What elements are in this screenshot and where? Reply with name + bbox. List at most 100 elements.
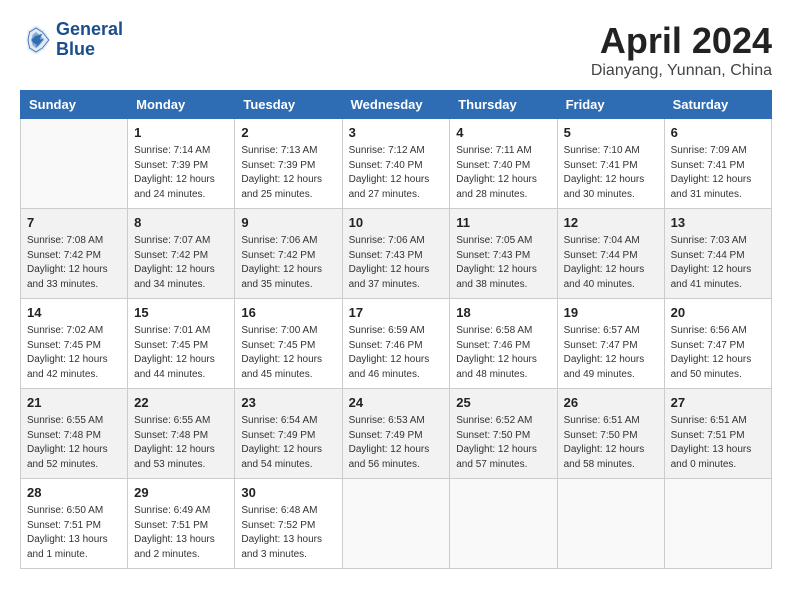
title-area: April 2024 Dianyang, Yunnan, China — [591, 20, 772, 80]
calendar-day-cell: 11 Sunrise: 7:05 AM Sunset: 7:43 PM Dayli… — [450, 209, 557, 299]
logo: General Blue — [20, 20, 123, 60]
logo-text: General Blue — [56, 20, 123, 60]
day-number: 28 — [27, 484, 121, 502]
calendar-header-thursday: Thursday — [450, 91, 557, 119]
calendar-day-cell: 28Sunrise: 6:50 AM Sunset: 7:51 PM Dayli… — [21, 479, 128, 569]
day-info: Sunrise: 7:11 AM Sunset: 7:40 PM Dayligh… — [456, 144, 550, 202]
day-number: 12 — [564, 214, 658, 232]
day-number: 18 — [456, 304, 550, 322]
day-info: Sunrise: 7:13 AM Sunset: 7:39 PM Dayligh… — [241, 144, 335, 202]
calendar-week-row: 1 Sunrise: 7:14 AM Sunset: 7:39 PM Daylig… — [21, 119, 772, 209]
calendar-day-cell: 22 Sunrise: 6:55 AM Sunset: 7:48 PM Dayli… — [128, 389, 235, 479]
day-info: Sunrise: 7:08 AM Sunset: 7:42 PM Dayligh… — [27, 234, 121, 292]
calendar-header-saturday: Saturday — [664, 91, 771, 119]
calendar-day-cell — [664, 479, 771, 569]
calendar-day-cell: 30Sunrise: 6:48 AM Sunset: 7:52 PM Dayli… — [235, 479, 342, 569]
day-number: 29 — [134, 484, 228, 502]
day-info: Sunrise: 6:55 AM Sunset: 7:48 PM Dayligh… — [134, 414, 228, 472]
day-number: 6 — [671, 124, 765, 142]
day-info: Sunrise: 6:57 AM Sunset: 7:47 PM Dayligh… — [564, 324, 658, 382]
day-info: Sunrise: 7:14 AM Sunset: 7:39 PM Dayligh… — [134, 144, 228, 202]
calendar-day-cell: 6 Sunrise: 7:09 AM Sunset: 7:41 PM Daylig… — [664, 119, 771, 209]
calendar-day-cell: 10Sunrise: 7:06 AM Sunset: 7:43 PM Dayli… — [342, 209, 450, 299]
day-number: 10 — [349, 214, 444, 232]
calendar-header-row: SundayMondayTuesdayWednesdayThursdayFrid… — [21, 91, 772, 119]
day-number: 5 — [564, 124, 658, 142]
day-number: 21 — [27, 394, 121, 412]
day-number: 1 — [134, 124, 228, 142]
calendar-day-cell: 29 Sunrise: 6:49 AM Sunset: 7:51 PM Dayli… — [128, 479, 235, 569]
day-number: 27 — [671, 394, 765, 412]
day-number: 14 — [27, 304, 121, 322]
calendar-week-row: 7 Sunrise: 7:08 AM Sunset: 7:42 PM Daylig… — [21, 209, 772, 299]
day-info: Sunrise: 6:51 AM Sunset: 7:51 PM Dayligh… — [671, 414, 765, 472]
calendar-week-row: 21 Sunrise: 6:55 AM Sunset: 7:48 PM Dayli… — [21, 389, 772, 479]
day-number: 13 — [671, 214, 765, 232]
day-info: Sunrise: 6:49 AM Sunset: 7:51 PM Dayligh… — [134, 504, 228, 562]
day-info: Sunrise: 7:09 AM Sunset: 7:41 PM Dayligh… — [671, 144, 765, 202]
calendar-header-monday: Monday — [128, 91, 235, 119]
subtitle: Dianyang, Yunnan, China — [591, 62, 772, 80]
calendar-day-cell: 27 Sunrise: 6:51 AM Sunset: 7:51 PM Dayli… — [664, 389, 771, 479]
day-info: Sunrise: 6:55 AM Sunset: 7:48 PM Dayligh… — [27, 414, 121, 472]
calendar-day-cell: 21 Sunrise: 6:55 AM Sunset: 7:48 PM Dayli… — [21, 389, 128, 479]
day-number: 4 — [456, 124, 550, 142]
day-info: Sunrise: 6:52 AM Sunset: 7:50 PM Dayligh… — [456, 414, 550, 472]
calendar-day-cell: 26 Sunrise: 6:51 AM Sunset: 7:50 PM Dayli… — [557, 389, 664, 479]
day-info: Sunrise: 7:12 AM Sunset: 7:40 PM Dayligh… — [349, 144, 444, 202]
day-number: 22 — [134, 394, 228, 412]
calendar-header-wednesday: Wednesday — [342, 91, 450, 119]
main-title: April 2024 — [591, 20, 772, 62]
calendar-day-cell: 12 Sunrise: 7:04 AM Sunset: 7:44 PM Dayli… — [557, 209, 664, 299]
day-number: 20 — [671, 304, 765, 322]
calendar-day-cell — [21, 119, 128, 209]
calendar-day-cell: 18 Sunrise: 6:58 AM Sunset: 7:46 PM Dayli… — [450, 299, 557, 389]
calendar-day-cell: 2 Sunrise: 7:13 AM Sunset: 7:39 PM Daylig… — [235, 119, 342, 209]
calendar-day-cell: 17Sunrise: 6:59 AM Sunset: 7:46 PM Dayli… — [342, 299, 450, 389]
day-number: 11 — [456, 214, 550, 232]
day-info: Sunrise: 7:06 AM Sunset: 7:42 PM Dayligh… — [241, 234, 335, 292]
calendar-day-cell: 9 Sunrise: 7:06 AM Sunset: 7:42 PM Daylig… — [235, 209, 342, 299]
calendar-week-row: 28Sunrise: 6:50 AM Sunset: 7:51 PM Dayli… — [21, 479, 772, 569]
calendar-day-cell: 7 Sunrise: 7:08 AM Sunset: 7:42 PM Daylig… — [21, 209, 128, 299]
day-info: Sunrise: 6:51 AM Sunset: 7:50 PM Dayligh… — [564, 414, 658, 472]
day-info: Sunrise: 7:00 AM Sunset: 7:45 PM Dayligh… — [241, 324, 335, 382]
day-info: Sunrise: 7:03 AM Sunset: 7:44 PM Dayligh… — [671, 234, 765, 292]
day-number: 23 — [241, 394, 335, 412]
day-number: 15 — [134, 304, 228, 322]
calendar-day-cell: 8Sunrise: 7:07 AM Sunset: 7:42 PM Daylig… — [128, 209, 235, 299]
day-info: Sunrise: 6:58 AM Sunset: 7:46 PM Dayligh… — [456, 324, 550, 382]
day-info: Sunrise: 6:56 AM Sunset: 7:47 PM Dayligh… — [671, 324, 765, 382]
calendar-week-row: 14 Sunrise: 7:02 AM Sunset: 7:45 PM Dayli… — [21, 299, 772, 389]
calendar-header-tuesday: Tuesday — [235, 91, 342, 119]
calendar-day-cell: 15 Sunrise: 7:01 AM Sunset: 7:45 PM Dayli… — [128, 299, 235, 389]
day-number: 7 — [27, 214, 121, 232]
calendar-header-friday: Friday — [557, 91, 664, 119]
day-number: 16 — [241, 304, 335, 322]
day-info: Sunrise: 7:01 AM Sunset: 7:45 PM Dayligh… — [134, 324, 228, 382]
day-number: 3 — [349, 124, 444, 142]
day-number: 2 — [241, 124, 335, 142]
logo-icon — [20, 24, 52, 56]
header: General Blue April 2024 Dianyang, Yunnan… — [20, 20, 772, 80]
calendar-day-cell: 16 Sunrise: 7:00 AM Sunset: 7:45 PM Dayli… — [235, 299, 342, 389]
calendar-day-cell: 1 Sunrise: 7:14 AM Sunset: 7:39 PM Daylig… — [128, 119, 235, 209]
day-info: Sunrise: 7:07 AM Sunset: 7:42 PM Dayligh… — [134, 234, 228, 292]
day-info: Sunrise: 6:59 AM Sunset: 7:46 PM Dayligh… — [349, 324, 444, 382]
day-info: Sunrise: 7:02 AM Sunset: 7:45 PM Dayligh… — [27, 324, 121, 382]
calendar-day-cell: 25 Sunrise: 6:52 AM Sunset: 7:50 PM Dayli… — [450, 389, 557, 479]
day-number: 30 — [241, 484, 335, 502]
day-info: Sunrise: 7:04 AM Sunset: 7:44 PM Dayligh… — [564, 234, 658, 292]
calendar-day-cell — [450, 479, 557, 569]
day-number: 26 — [564, 394, 658, 412]
calendar-header-sunday: Sunday — [21, 91, 128, 119]
calendar-day-cell: 14 Sunrise: 7:02 AM Sunset: 7:45 PM Dayli… — [21, 299, 128, 389]
calendar-day-cell: 19 Sunrise: 6:57 AM Sunset: 7:47 PM Dayli… — [557, 299, 664, 389]
calendar-day-cell: 20 Sunrise: 6:56 AM Sunset: 7:47 PM Dayli… — [664, 299, 771, 389]
day-number: 9 — [241, 214, 335, 232]
day-number: 25 — [456, 394, 550, 412]
day-info: Sunrise: 7:05 AM Sunset: 7:43 PM Dayligh… — [456, 234, 550, 292]
day-number: 19 — [564, 304, 658, 322]
day-info: Sunrise: 7:10 AM Sunset: 7:41 PM Dayligh… — [564, 144, 658, 202]
calendar-day-cell: 4 Sunrise: 7:11 AM Sunset: 7:40 PM Daylig… — [450, 119, 557, 209]
